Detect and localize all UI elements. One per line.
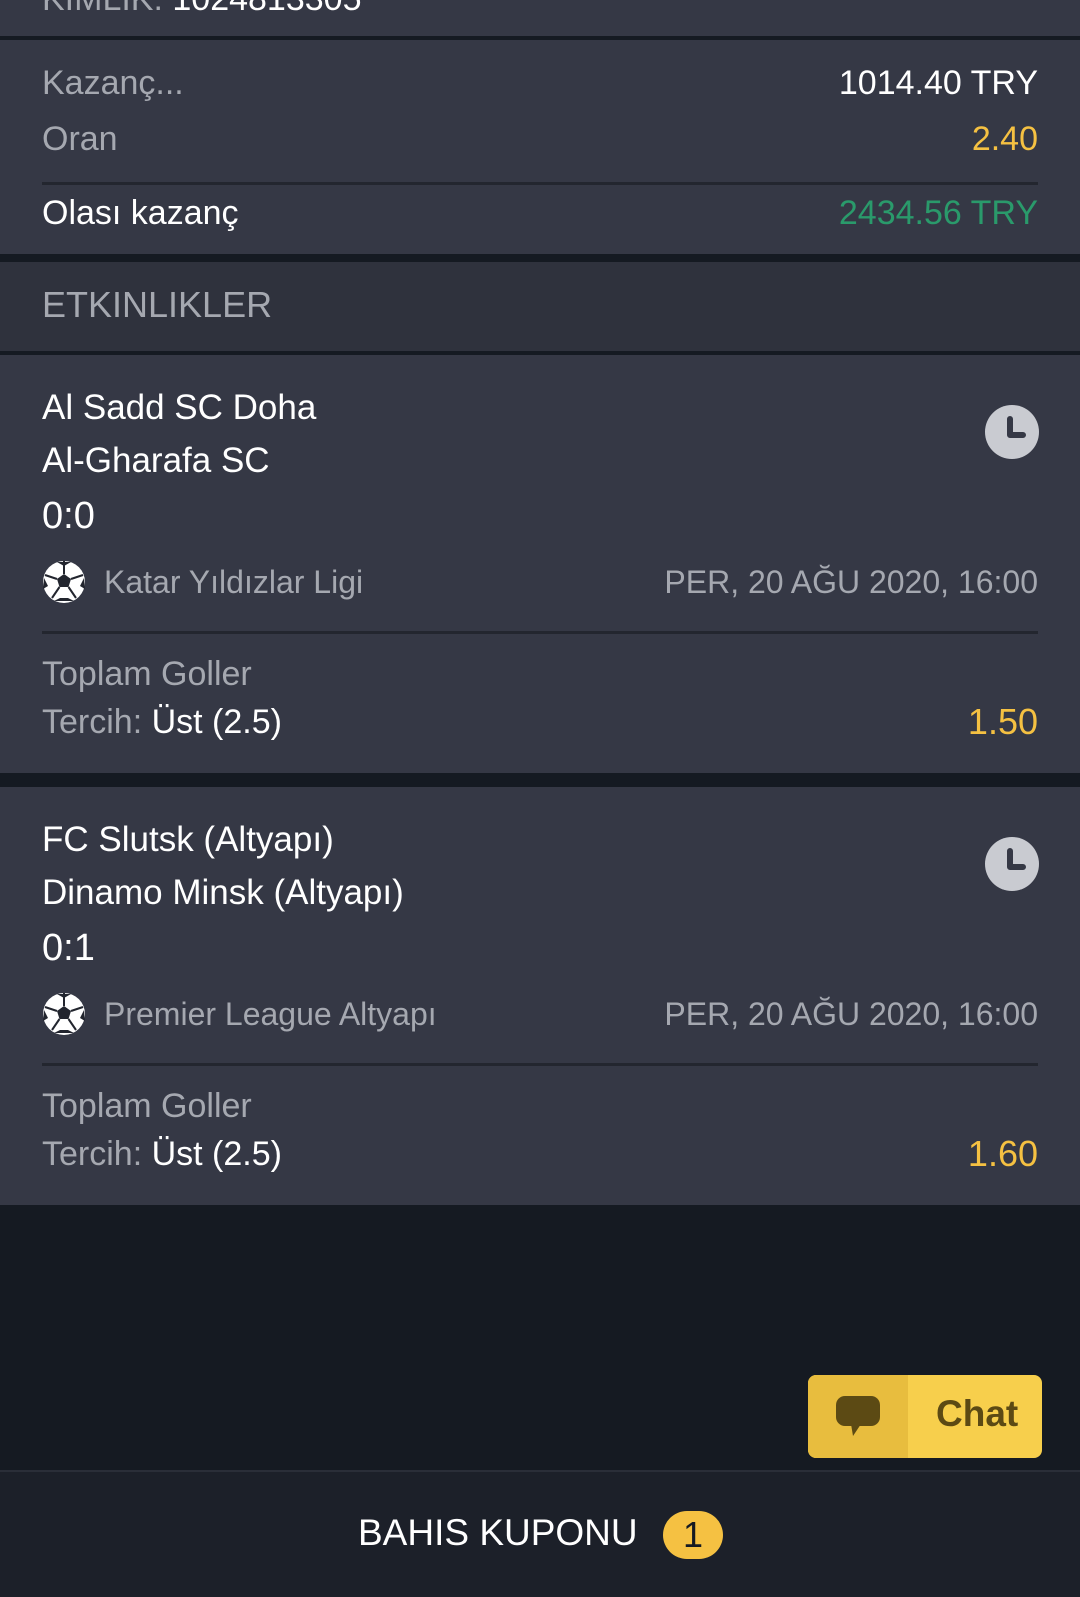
home-team-name: FC Slutsk (Altyapı) [42,820,334,859]
league-name: Katar Yıldızlar Ligi [104,563,364,600]
potential-win-label: Olası kazanç [42,194,239,232]
pick-label: Tercih: [42,702,143,741]
away-team-name: Al-Gharafa SC [42,441,270,480]
odds-label: Oran [42,120,118,158]
odds-row: Oran 2.40 [42,120,1038,159]
clock-icon [985,837,1039,891]
bet-id-value: 1024813305 [172,0,361,18]
event-card-2[interactable]: FC Slutsk (Altyapı) Dinamo Minsk (Altyap… [0,787,1080,1205]
market-name: Toplam Goller [42,655,252,693]
total-odds-value: 2.40 [971,120,1038,158]
bet-id-label: KIMLIK: [42,0,163,18]
events-section-header: ETKINLIKLER [0,262,1080,351]
event-divider [42,631,1038,634]
events-header-label: ETKINLIKLER [42,284,273,325]
pick-value: Üst (2.5) [151,702,282,741]
soccer-ball-icon [43,561,85,603]
stake-value: 1014.40 TRY [838,64,1038,102]
bet-slip-count-badge: 1 [663,1511,723,1559]
away-team-name: Dinamo Minsk (Altyapı) [42,873,404,912]
stake-label: Kazanç... [42,64,184,102]
match-score: 0:0 [42,495,95,537]
potential-win-row: Olası kazanç 2434.56 TRY [42,194,1038,233]
league-name: Premier League Altyapı [104,995,437,1032]
match-datetime: PER, 20 AĞU 2020, 16:00 [664,995,1038,1032]
pick-row: Tercih: Üst (2.5) 1.50 [42,701,1038,743]
summary-divider [42,182,1038,185]
clock-icon [985,405,1039,459]
league-row: Katar Yıldızlar Ligi PER, 20 AĞU 2020, 1… [42,560,1038,604]
market-name: Toplam Goller [42,1087,252,1125]
stake-row: Kazanç... 1014.40 TRY [42,64,1038,103]
potential-win-value: 2434.56 TRY [838,194,1038,232]
chat-bubble-icon [836,1396,880,1436]
event-card-1[interactable]: Al Sadd SC Doha Al-Gharafa SC 0:0 Katar … [0,355,1080,773]
match-score: 0:1 [42,927,95,969]
soccer-ball-icon [43,993,85,1035]
chat-icon-box [808,1375,908,1458]
home-team-name: Al Sadd SC Doha [42,388,317,427]
selection-odd: 1.60 [967,1133,1038,1174]
bet-slip-label: BAHIS KUPONU [358,1512,638,1553]
bet-id-text: KIMLIK: 1024813305 [42,0,361,19]
event-divider [42,1063,1038,1066]
bet-slip-bar[interactable]: BAHIS KUPONU 1 [0,1470,1080,1597]
chat-button[interactable]: Chat [808,1375,1042,1458]
league-row: Premier League Altyapı PER, 20 AĞU 2020,… [42,992,1038,1036]
top-id-strip: KIMLIK: 1024813305 [0,0,1080,36]
pick-row: Tercih: Üst (2.5) 1.60 [42,1133,1038,1175]
bet-summary-panel: Kazanç... 1014.40 TRY Oran 2.40 Olası ka… [0,40,1080,254]
match-datetime: PER, 20 AĞU 2020, 16:00 [664,563,1038,600]
pick-value: Üst (2.5) [151,1134,282,1173]
chat-label: Chat [936,1393,1019,1434]
selection-odd: 1.50 [967,701,1038,742]
pick-label: Tercih: [42,1134,143,1173]
